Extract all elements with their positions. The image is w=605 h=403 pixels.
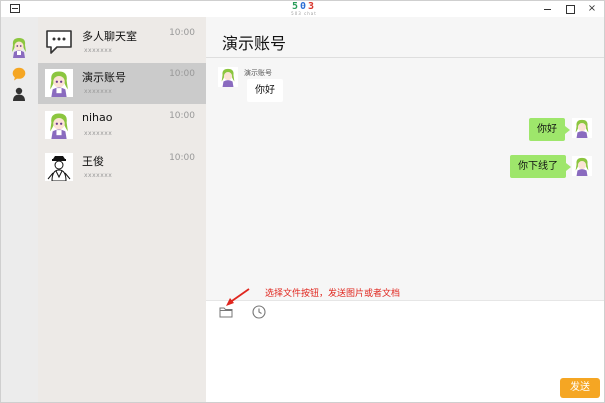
my-avatar[interactable] [572, 156, 592, 176]
conversation-time: 10:00 [169, 111, 195, 121]
chat-bubble-icon [45, 28, 73, 56]
conversation-preview: xxxxxxx [84, 172, 113, 179]
conversation-name: nihao [82, 111, 113, 124]
title-bar: 503 503 chat × [1, 1, 604, 17]
nav-rail [1, 17, 38, 402]
app-logo: 503 503 chat [289, 2, 319, 16]
conversation-time: 10:00 [169, 69, 195, 79]
anime-avatar [45, 111, 73, 139]
app-menu-icon[interactable] [10, 4, 20, 13]
message-bubble-outgoing: 你好 [529, 118, 570, 141]
conversation-preview: xxxxxxx [84, 47, 113, 54]
app-window: 503 503 chat × 多人聊天室 10:00 xxxxxxx 演示账号 … [0, 0, 605, 403]
conversation-name: 王俊 [82, 155, 104, 168]
user-avatar[interactable] [10, 36, 28, 58]
conversation-time: 10:00 [169, 28, 195, 38]
chat-bubble-icon[interactable] [12, 67, 26, 81]
sketch-avatar [45, 153, 73, 181]
send-button[interactable]: 发送 [560, 378, 600, 398]
sender-avatar[interactable] [218, 67, 238, 87]
conversation-preview: xxxxxxx [84, 88, 113, 95]
chat-title: 演示账号 [222, 34, 287, 53]
logo-subtitle: 503 chat [291, 11, 317, 16]
message-bubble-incoming: 你好 [247, 79, 283, 102]
annotation-text: 选择文件按钮，发送图片或者文档 [265, 289, 401, 299]
person-icon[interactable] [12, 87, 26, 101]
conversation-name: 多人聊天室 [82, 30, 137, 43]
conversation-name: 演示账号 [82, 71, 126, 84]
message-input-area[interactable]: 发送 [206, 300, 604, 402]
maximize-button[interactable] [560, 1, 580, 17]
close-button[interactable]: × [582, 1, 602, 17]
minimize-button[interactable] [538, 1, 558, 17]
conversation-item-active[interactable]: 演示账号 10:00 xxxxxxx [38, 63, 206, 104]
conversation-item[interactable]: 王俊 10:00 xxxxxxx [38, 147, 206, 188]
annotation-arrow-icon [225, 285, 265, 309]
conversation-time: 10:00 [169, 153, 195, 163]
conversation-list: 多人聊天室 10:00 xxxxxxx 演示账号 10:00 xxxxxxx n… [38, 17, 206, 402]
conversation-item[interactable]: nihao 10:00 xxxxxxx [38, 105, 206, 146]
my-avatar[interactable] [572, 118, 592, 138]
anime-avatar [45, 69, 73, 97]
message-sender: 演示账号 [244, 69, 272, 77]
divider [206, 57, 604, 58]
conversation-item[interactable]: 多人聊天室 10:00 xxxxxxx [38, 22, 206, 63]
message-bubble-outgoing: 你下线了 [510, 155, 571, 178]
conversation-preview: xxxxxxx [84, 130, 113, 137]
